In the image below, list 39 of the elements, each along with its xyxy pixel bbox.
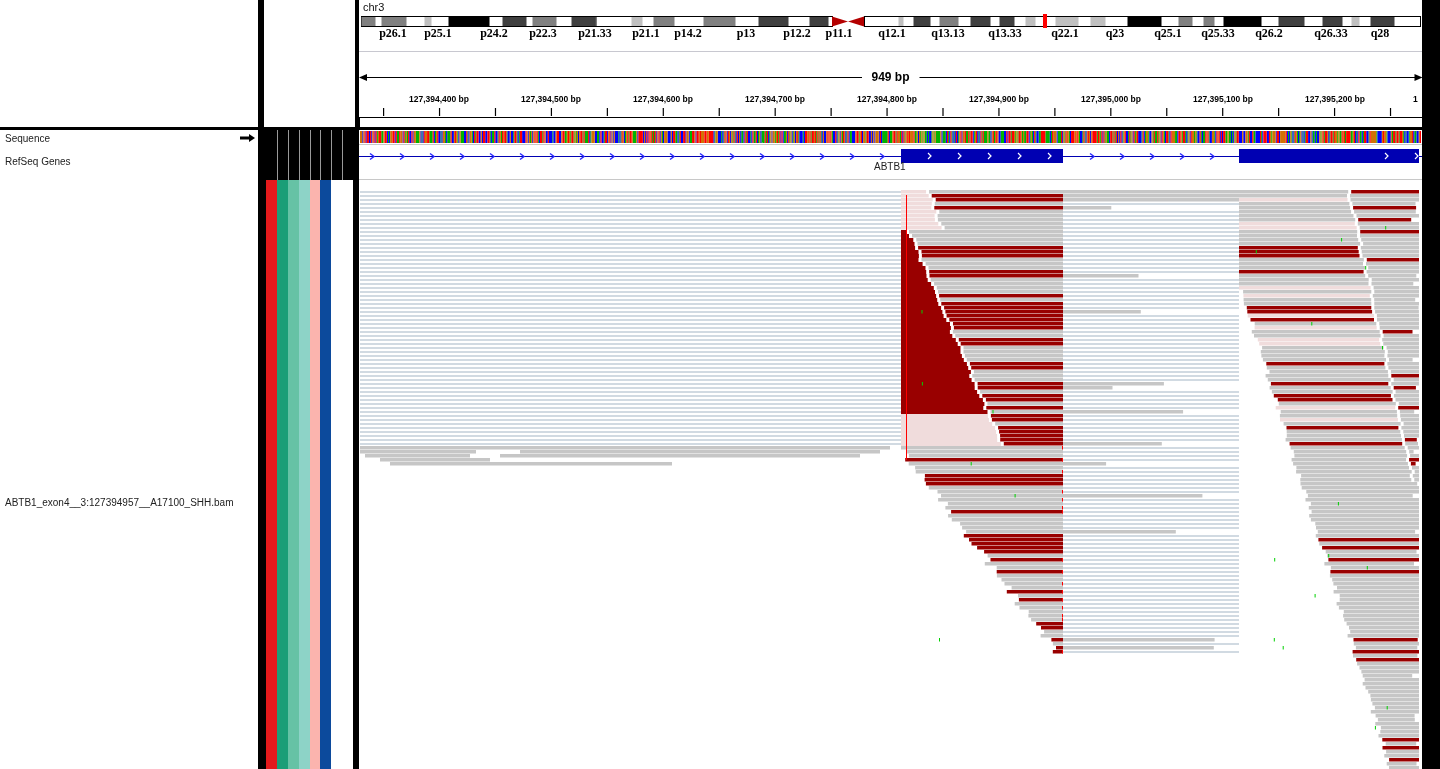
cytoband-label: q13.33 (988, 28, 1022, 39)
track-name: RefSeq Genes (5, 156, 71, 168)
cytoband-label: q25.1 (1154, 28, 1182, 39)
cytoband-label: p11.1 (825, 28, 853, 39)
ruler-tick-label: 127,394,600 bp (633, 94, 693, 104)
ruler-tick-label: 1 (1413, 94, 1418, 104)
cytoband-label: q22.1 (1051, 28, 1079, 39)
cytoband-label: p22.3 (529, 28, 557, 39)
cytoband-label: p26.1 (379, 28, 407, 39)
left-arrow-icon (359, 73, 862, 81)
ruler-tick-label: 127,394,800 bp (857, 94, 917, 104)
cytoband-label: p21.33 (578, 28, 612, 39)
ruler-tick-label: 127,394,500 bp (521, 94, 581, 104)
cytoband-label: p13 (736, 28, 756, 39)
cytoband-label: p24.2 (480, 28, 508, 39)
cytoband-label: p25.1 (424, 28, 452, 39)
ruler-tick-label: 127,395,200 bp (1305, 94, 1365, 104)
cytoband-label: q13.13 (931, 28, 965, 39)
ruler-tick-label: 127,394,900 bp (969, 94, 1029, 104)
cytoband-label: q25.33 (1201, 28, 1235, 39)
track-name: ABTB1_exon4__3:127394957__A17100_SHH.bam (5, 497, 234, 509)
right-arrow-icon (919, 73, 1422, 81)
cytoband-label: q12.1 (878, 28, 906, 39)
ruler-tick-label: 127,394,400 bp (409, 94, 469, 104)
right-arrow-icon[interactable] (240, 134, 255, 142)
cytoband-label: p12.2 (783, 28, 811, 39)
cytoband-label: p21.1 (632, 28, 660, 39)
ruler-tick-label: 127,395,000 bp (1081, 94, 1141, 104)
span-length-label: 949 bp (870, 70, 911, 84)
track-name: Sequence (5, 133, 51, 145)
cytoband-label: q26.2 (1255, 28, 1283, 39)
ruler-tick-label: 127,395,100 bp (1193, 94, 1253, 104)
chromosome-label: chr3 (362, 2, 385, 13)
cytoband-label: q28 (1370, 28, 1390, 39)
gene-name-label: ABTB1 (874, 161, 906, 173)
cytoband-label: q23 (1105, 28, 1125, 39)
cytoband-label: p14.2 (674, 28, 702, 39)
ruler-tick-label: 127,394,700 bp (745, 94, 805, 104)
cytoband-label: q26.33 (1314, 28, 1348, 39)
